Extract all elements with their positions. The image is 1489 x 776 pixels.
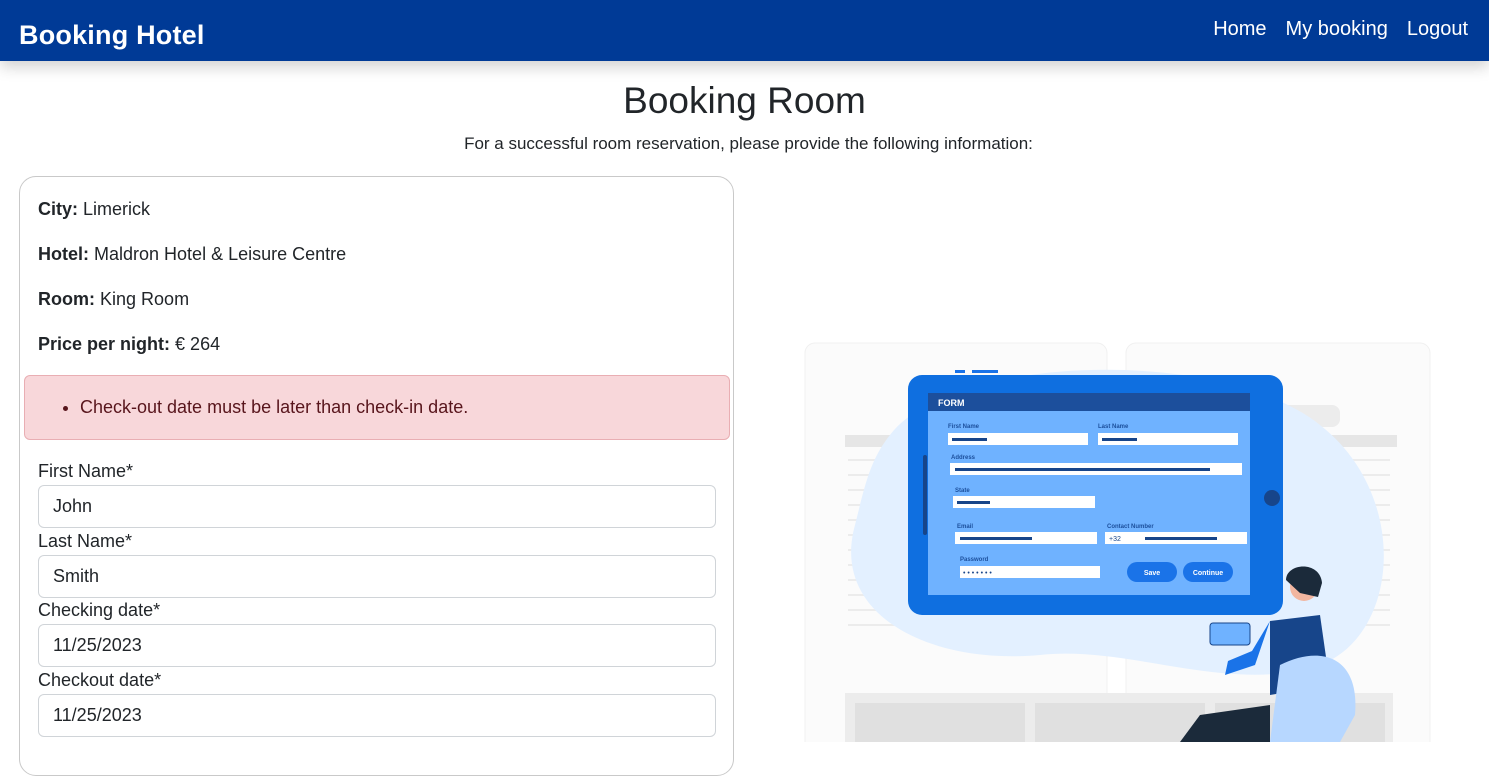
top-navbar: Booking Hotel Home My booking Logout: [0, 0, 1489, 61]
error-message: Check-out date must be later than check-…: [80, 397, 468, 418]
svg-text:Contact Number: Contact Number: [1107, 524, 1154, 530]
svg-text:• • • • • • •: • • • • • • •: [963, 570, 992, 577]
svg-text:First Name: First Name: [948, 424, 980, 430]
booking-form-illustration: FORM First Name Last Name Address State …: [804, 342, 1431, 742]
last-name-label: Last Name*: [38, 531, 133, 551]
error-list: Check-out date must be later than check-…: [80, 397, 468, 418]
checkout-date-input[interactable]: [38, 694, 716, 737]
form-header-text: FORM: [938, 398, 965, 408]
nav-link-home[interactable]: Home: [1213, 18, 1266, 41]
checkout-date-label: Checkout date*: [38, 670, 162, 690]
svg-text:Address: Address: [951, 455, 976, 461]
nav-link-logout[interactable]: Logout: [1407, 18, 1468, 41]
room-label: Room:: [38, 289, 95, 309]
svg-text:State: State: [955, 488, 970, 494]
hotel-info: Hotel: Maldron Hotel & Leisure Centre: [38, 244, 346, 265]
first-name-input[interactable]: [38, 485, 716, 528]
svg-text:Last Name: Last Name: [1098, 424, 1129, 430]
svg-text:+32: +32: [1109, 536, 1121, 543]
svg-text:Password: Password: [960, 557, 989, 563]
error-alert: Check-out date must be later than check-…: [24, 375, 730, 440]
city-label: City:: [38, 199, 78, 219]
room-value: King Room: [100, 289, 190, 309]
svg-text:Continue: Continue: [1193, 570, 1223, 577]
price-value: € 264: [175, 334, 221, 354]
chair: [1270, 655, 1356, 742]
page-title: Booking Room: [623, 80, 866, 121]
checkin-date-label: Checking date*: [38, 600, 161, 620]
city-value: Limerick: [83, 199, 151, 219]
brand-logo[interactable]: Booking Hotel: [19, 20, 205, 51]
hotel-value: Maldron Hotel & Leisure Centre: [94, 244, 347, 264]
price-label: Price per night:: [38, 334, 171, 354]
nav-links: Home My booking Logout: [1213, 18, 1468, 41]
price-info: Price per night: € 264: [38, 334, 220, 355]
svg-text:Save: Save: [1144, 570, 1160, 577]
city-info: City: Limerick: [38, 199, 150, 220]
first-name-label: First Name*: [38, 461, 134, 481]
nav-link-my-booking[interactable]: My booking: [1286, 18, 1388, 41]
booking-form-card: City: Limerick Hotel: Maldron Hotel & Le…: [19, 176, 734, 776]
hotel-label: Hotel:: [38, 244, 89, 264]
page-subtitle: For a successful room reservation, pleas…: [464, 134, 1033, 153]
room-info: Room: King Room: [38, 289, 189, 310]
last-name-input[interactable]: [38, 555, 716, 598]
checkin-date-input[interactable]: [38, 624, 716, 667]
svg-text:Email: Email: [957, 524, 973, 530]
